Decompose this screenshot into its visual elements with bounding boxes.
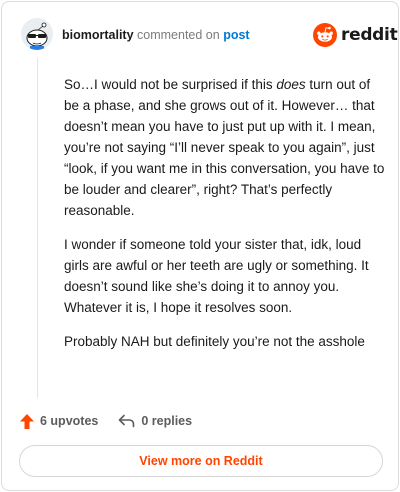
comment-header: biomortality commented on post xyxy=(62,27,250,43)
reply-button[interactable]: 0 replies xyxy=(118,414,192,428)
upvote-arrow-icon xyxy=(20,413,34,429)
view-more-button[interactable]: View more on Reddit xyxy=(19,445,383,477)
comment-footer: 6 upvotes 0 replies xyxy=(20,410,212,432)
comment-paragraph: I wonder if someone told your sister tha… xyxy=(64,237,369,315)
reply-count: 0 replies xyxy=(141,414,193,428)
reddit-wordmark: reddit xyxy=(341,25,398,45)
reply-arrow-icon xyxy=(119,414,135,428)
upvote-count: 6 upvotes xyxy=(40,414,99,428)
username-link[interactable]: biomortality xyxy=(62,28,134,42)
post-link[interactable]: post xyxy=(223,28,249,42)
snoo-sunglasses-avatar-icon xyxy=(21,18,53,50)
reddit-comment-embed-card: biomortality commented on post reddit So… xyxy=(1,1,399,491)
thread-line xyxy=(37,58,38,398)
comment-body: So…I would not be surprised if this does… xyxy=(64,74,386,365)
upvote-button[interactable]: 6 upvotes xyxy=(20,413,99,429)
action-text: commented on xyxy=(137,28,220,42)
comment-paragraph: So…I would not be surprised if this does… xyxy=(64,77,385,218)
comment-paragraph: Probably NAH but definitely you’re not t… xyxy=(64,334,365,349)
emphasis-text: does xyxy=(276,77,306,92)
reddit-logo[interactable]: reddit xyxy=(313,22,398,48)
reddit-snoo-logo-icon xyxy=(313,23,337,47)
user-avatar[interactable] xyxy=(21,18,53,50)
